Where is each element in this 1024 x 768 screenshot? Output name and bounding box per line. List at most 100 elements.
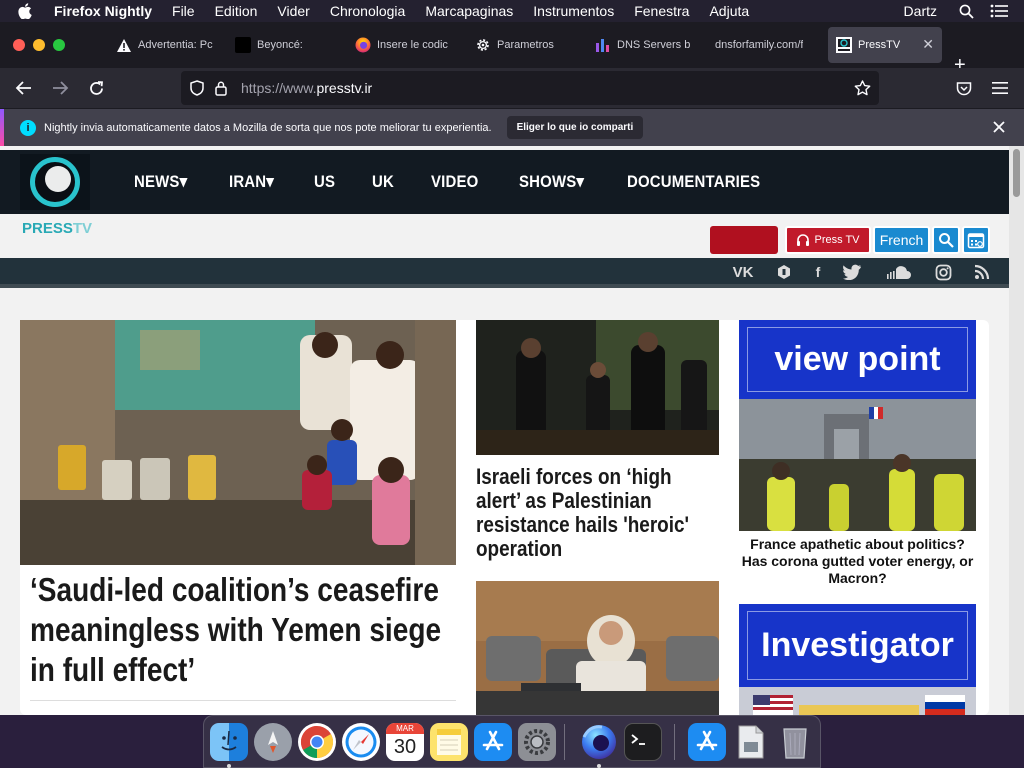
twitter-icon[interactable] (843, 262, 863, 282)
presstv-logo[interactable] (20, 154, 90, 210)
un-session-story-image[interactable] (476, 581, 719, 715)
presstv-wordmark[interactable]: PRESSTV (22, 220, 92, 237)
social-bar: VK f (0, 258, 1009, 288)
soundcloud-icon[interactable] (885, 262, 915, 282)
safari-icon[interactable] (342, 723, 380, 761)
tab-advertentia[interactable]: Advertentia: Pc (116, 27, 216, 63)
tab-beyonce[interactable]: Beyoncé: (235, 27, 335, 63)
back-arrow-icon[interactable] (14, 78, 34, 98)
forward-arrow-icon[interactable] (50, 78, 70, 98)
pocket-icon[interactable] (954, 78, 974, 98)
menu-history[interactable]: Chronologia (330, 3, 406, 19)
finder-icon[interactable] (210, 723, 248, 761)
firefox-icon (355, 37, 371, 53)
close-window-button[interactable] (13, 39, 25, 51)
tab-parametros[interactable]: Parametros (475, 27, 575, 63)
tab-label: Parametros (497, 39, 554, 51)
tab-presstv-active[interactable]: PressTV ✕ (828, 27, 942, 63)
schedule-calendar-icon[interactable] (962, 226, 990, 254)
launchpad-icon[interactable] (254, 723, 292, 761)
calendar-icon[interactable]: MAR 30 (386, 723, 424, 761)
site-menu-iran[interactable]: IRAN▾ (229, 172, 274, 192)
tab-strip: Advertentia: Pc Beyoncé: Insere le codic… (0, 22, 1024, 75)
hamburger-menu-icon[interactable] (990, 78, 1010, 98)
viewpoint-card[interactable]: view point (739, 320, 976, 531)
israeli-forces-story-headline[interactable]: Israeli forces on ‘high alert’ as Palest… (476, 465, 717, 561)
instagram-icon[interactable] (933, 262, 953, 282)
top-stories-panel: ‘Saudi-led coalition’s ceasefire meaning… (20, 320, 989, 715)
site-menu-shows[interactable]: SHOWS▾ (519, 172, 584, 192)
live-button[interactable] (710, 226, 778, 254)
lock-icon[interactable] (213, 80, 229, 96)
viewpoint-banner: view point (739, 320, 976, 399)
facebook-icon[interactable]: f (808, 262, 828, 282)
site-search-icon[interactable] (932, 226, 960, 254)
menu-bookmarks[interactable]: Marcapaginas (425, 3, 513, 19)
tab-dnsforfamily[interactable]: dnsforfamily.com/f (715, 27, 815, 63)
menu-tools[interactable]: Instrumentos (533, 3, 614, 19)
viewpoint-story-image[interactable] (739, 399, 976, 531)
site-menu-documentaries[interactable]: DOCUMENTARIES (627, 172, 760, 192)
divider (30, 700, 456, 701)
calendar-day: 30 (393, 736, 417, 758)
tab-insere[interactable]: Insere le codic (355, 27, 455, 63)
tracking-shield-icon[interactable] (189, 80, 205, 96)
menu-file[interactable]: File (172, 3, 195, 19)
menu-view[interactable]: Vider (277, 3, 309, 19)
app-store-download-icon[interactable] (688, 723, 726, 761)
control-center-list-icon[interactable] (990, 4, 1008, 18)
site-menu-video[interactable]: VIDEO (431, 172, 478, 192)
close-tab-icon[interactable]: ✕ (922, 37, 934, 51)
dock: MAR 30 (203, 715, 821, 768)
trash-icon[interactable] (776, 723, 814, 761)
preview-document-icon[interactable] (732, 723, 770, 761)
url-bar[interactable]: https://www.presstv.ir (181, 71, 879, 105)
lead-story-image[interactable] (20, 320, 456, 565)
choose-what-to-share-button[interactable]: Eliger lo que io comparti (506, 116, 644, 139)
rss-icon[interactable] (972, 262, 992, 282)
castbox-icon[interactable] (774, 262, 794, 282)
viewpoint-story-headline[interactable]: France apathetic about politics? Has cor… (739, 536, 976, 587)
chart-icon (595, 37, 611, 53)
site-menu-us[interactable]: US (314, 172, 335, 192)
menu-edit[interactable]: Edition (215, 3, 258, 19)
url-domain: presstv.ir (316, 80, 373, 96)
notes-icon[interactable] (430, 723, 468, 761)
press-tv-radio-button[interactable]: Press TV (785, 226, 871, 254)
presstv-favicon-icon (836, 37, 852, 53)
vk-icon[interactable]: VK (730, 262, 756, 282)
reload-icon[interactable] (86, 78, 106, 98)
menu-window[interactable]: Fenestra (634, 3, 689, 19)
menu-help[interactable]: Adjuta (709, 3, 749, 19)
chrome-icon[interactable] (298, 723, 336, 761)
close-notice-icon[interactable] (992, 120, 1006, 139)
menubar-user[interactable]: Dartz (904, 3, 937, 19)
system-preferences-icon[interactable] (518, 723, 556, 761)
url-prefix: https://www. (241, 80, 317, 96)
terminal-icon[interactable] (624, 723, 662, 761)
lead-story-headline[interactable]: ‘Saudi-led coalition’s ceasefire meaning… (30, 570, 450, 690)
tab-label: DNS Servers b (617, 39, 691, 51)
url-text: https://www.presstv.ir (241, 80, 372, 96)
bookmark-star-icon[interactable] (854, 80, 871, 101)
language-french-button[interactable]: French (873, 226, 930, 254)
minimize-window-button[interactable] (33, 39, 45, 51)
tab-dns-servers[interactable]: DNS Servers b (595, 27, 695, 63)
data-collection-notice: i Nightly invia automaticamente datos a … (0, 108, 1024, 147)
israeli-forces-story-image[interactable] (476, 320, 719, 455)
page-scrollbar[interactable] (1009, 146, 1024, 715)
menu-app-name[interactable]: Firefox Nightly (54, 3, 152, 19)
running-indicator (597, 764, 601, 768)
site-menu-news[interactable]: NEWS▾ (134, 172, 187, 192)
firefox-nightly-icon[interactable] (580, 723, 618, 761)
tab-label: PressTV (858, 39, 901, 51)
site-menu-uk[interactable]: UK (372, 172, 394, 192)
scrollbar-thumb[interactable] (1013, 149, 1020, 197)
investigator-card[interactable]: Investigator (739, 604, 976, 715)
tab-label: Beyoncé: (257, 39, 303, 51)
apple-menu-icon[interactable] (18, 3, 36, 19)
maximize-window-button[interactable] (53, 39, 65, 51)
app-store-icon[interactable] (474, 723, 512, 761)
spotlight-search-icon[interactable] (959, 4, 974, 19)
tab-label: dnsforfamily.com/f (715, 39, 804, 51)
